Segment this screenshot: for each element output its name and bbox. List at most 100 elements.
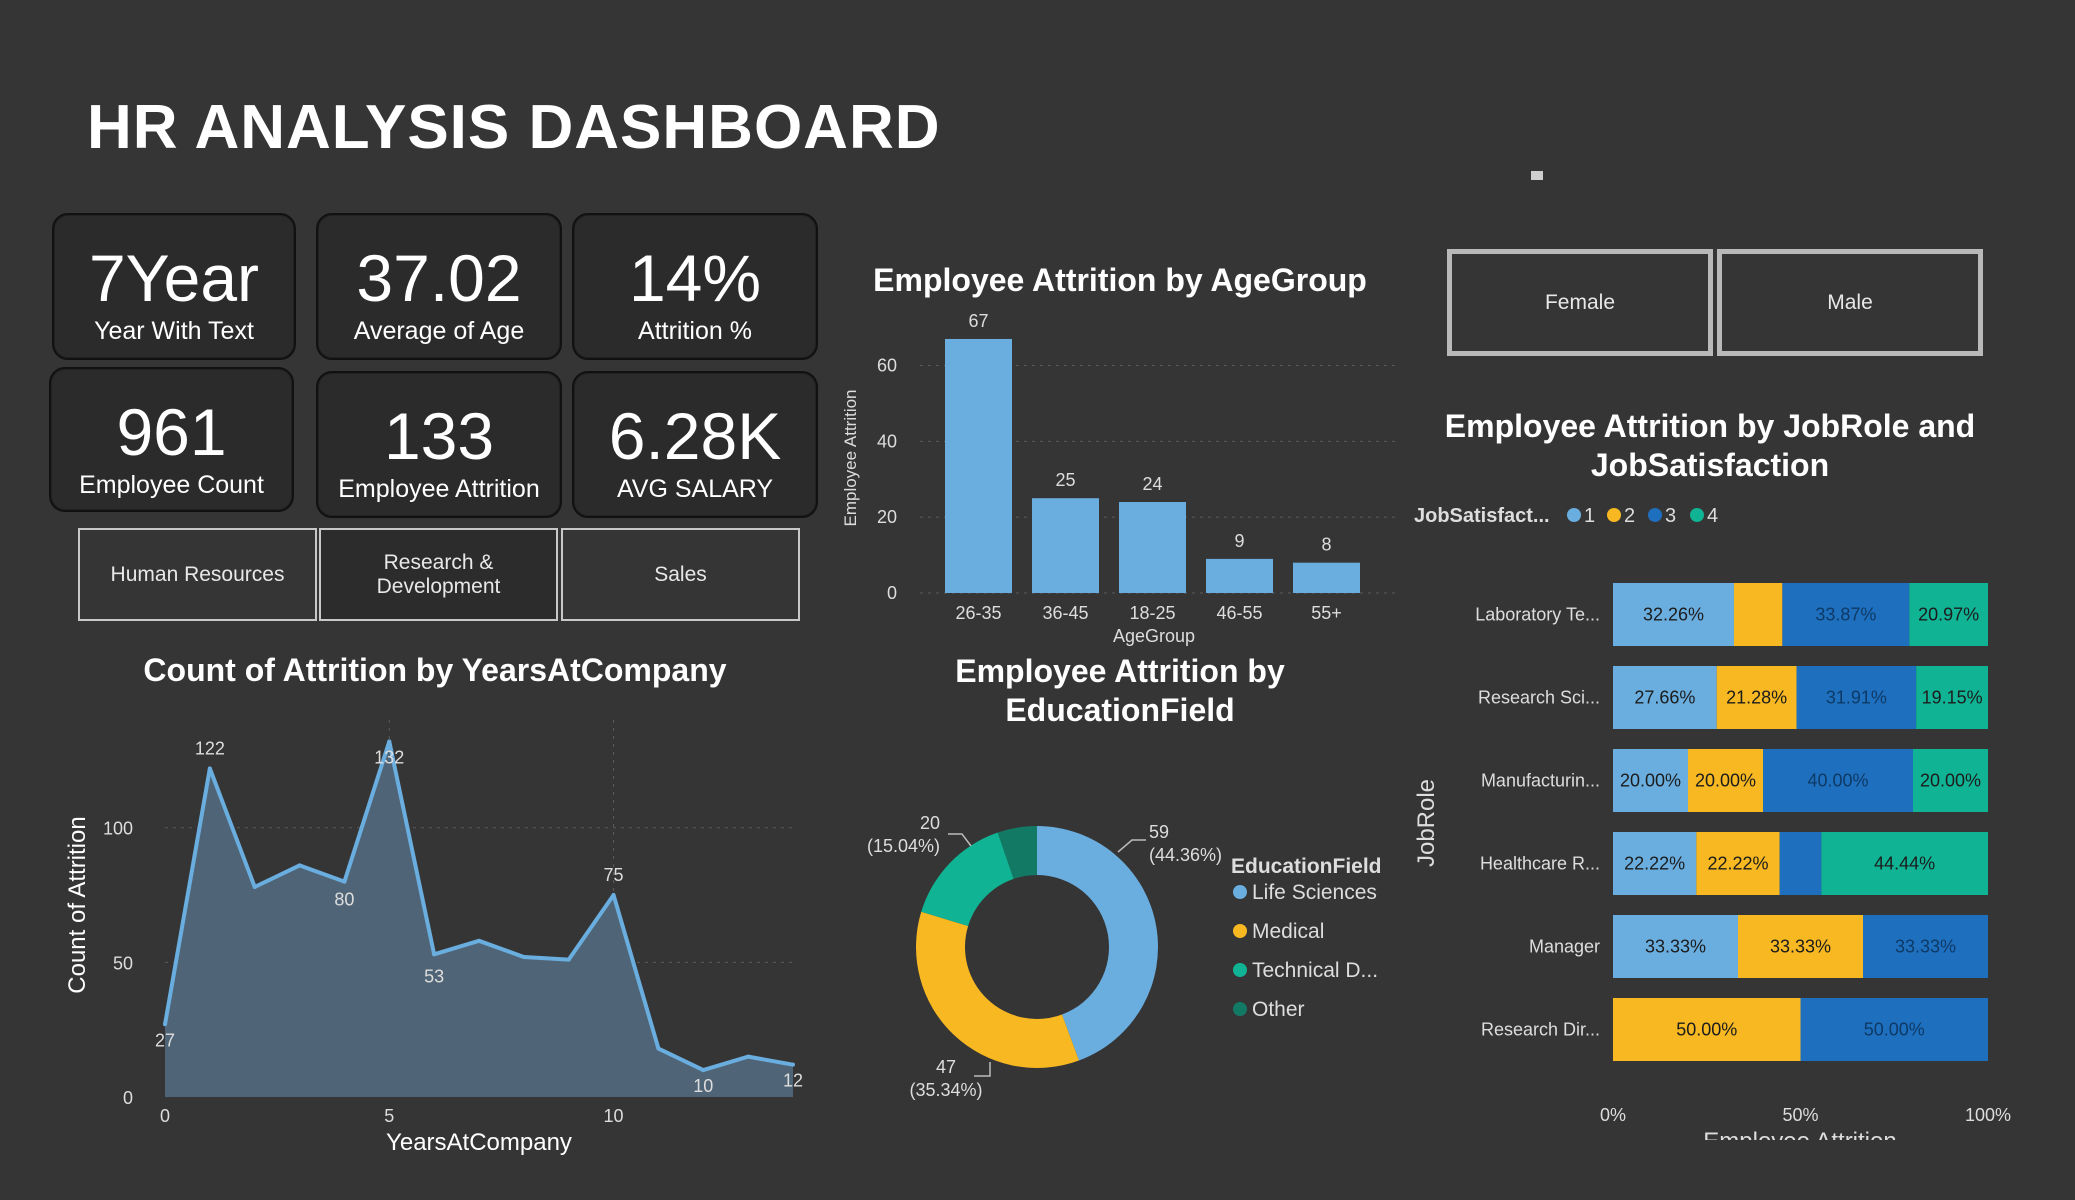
- data-label: (44.36%): [1149, 845, 1222, 865]
- legend-marker: [1607, 508, 1621, 522]
- leader-line: [974, 1062, 991, 1077]
- data-label: 20: [920, 813, 940, 833]
- slicer-human-resources[interactable]: Human Resources: [78, 528, 317, 621]
- y-axis-label: JobRole: [1413, 779, 1440, 867]
- stacked-bar-chart-jobrole[interactable]: JobSatisfact... 1 2 3 4 Laboratory Te... 32.26…: [1400, 490, 2020, 1140]
- kpi-value: 37.02: [356, 241, 522, 315]
- legend-marker: [1567, 508, 1581, 522]
- data-point: [611, 893, 616, 898]
- donut-chart-education-field[interactable]: 59 (44.36%) 47 (35.34%) 20 (15.04%) EducationF…: [840, 760, 1400, 1120]
- data-point: [701, 1068, 706, 1073]
- legend-marker: [1233, 963, 1247, 977]
- x-tick-label: 0: [160, 1106, 170, 1126]
- data-label: 24: [1142, 474, 1162, 494]
- x-tick-label: 5: [384, 1106, 394, 1126]
- donut-slice: [916, 911, 1079, 1068]
- bar: [945, 338, 1012, 593]
- legend-label: Other: [1252, 998, 1305, 1021]
- y-tick-label: 100: [103, 819, 133, 839]
- kpi-value: 6.28K: [608, 399, 782, 473]
- kpi-value: 133: [383, 399, 495, 473]
- data-point: [791, 1062, 795, 1067]
- data-label: 50.00%: [1676, 1020, 1737, 1040]
- data-point: [163, 1022, 167, 1027]
- data-label: 40.00%: [1807, 771, 1868, 791]
- area-fill: [165, 741, 793, 1097]
- data-label: 80: [334, 890, 354, 910]
- kpi-label: AVG SALARY: [616, 475, 774, 503]
- kpi-label: Employee Attrition: [338, 475, 540, 503]
- data-label: 33.33%: [1895, 937, 1956, 957]
- data-label: 44.44%: [1874, 854, 1935, 874]
- data-point: [342, 879, 347, 884]
- data-label: 27: [155, 1030, 175, 1050]
- x-axis-label: AgeGroup: [1113, 626, 1195, 646]
- bar: [1119, 502, 1186, 593]
- kpi-label: Attrition %: [638, 317, 752, 345]
- chart-title-years-at-company: Count of Attrition by YearsAtCompany: [143, 652, 727, 688]
- data-label: 10: [693, 1076, 713, 1096]
- x-axis-label: Employee Attrition: [1703, 1128, 1896, 1140]
- x-axis-label: YearsAtCompany: [386, 1129, 572, 1156]
- legend-marker: [1233, 924, 1247, 938]
- data-label: 25: [1055, 470, 1075, 490]
- data-label: 50.00%: [1864, 1020, 1925, 1040]
- x-tick-label: 55+: [1311, 603, 1342, 623]
- slicer-female[interactable]: Female: [1447, 249, 1713, 356]
- y-tick-label: 20: [877, 507, 897, 527]
- data-point: [297, 863, 302, 868]
- data-label: 122: [195, 738, 225, 758]
- data-label: 59: [1149, 822, 1169, 842]
- data-point: [656, 1046, 661, 1051]
- legend-label: 3: [1665, 505, 1676, 527]
- kpi-card-employee-attrition[interactable]: 133 Employee Attrition: [316, 371, 562, 518]
- data-point: [432, 952, 437, 957]
- data-label: 20.00%: [1920, 771, 1981, 791]
- slicer-male[interactable]: Male: [1717, 249, 1983, 356]
- data-label: 47: [936, 1057, 956, 1077]
- kpi-card-avg-salary[interactable]: 6.28K AVG SALARY: [572, 371, 818, 518]
- data-point: [521, 954, 526, 959]
- data-label: 132: [374, 748, 404, 768]
- data-label: 20.00%: [1695, 771, 1756, 791]
- x-tick-label: 0%: [1600, 1105, 1626, 1125]
- area-chart-years-at-company[interactable]: 0 50 100 0 5 10 27 122 80 132 53 75 10 12 YearsAtCompa…: [55, 700, 815, 1170]
- kpi-card-employee-count[interactable]: 961 Employee Count: [49, 367, 294, 512]
- bar: [1293, 562, 1360, 593]
- legend-label: Medical: [1252, 920, 1324, 943]
- kpi-label: Average of Age: [353, 317, 525, 345]
- y-tick-label: Research Sci...: [1478, 688, 1600, 708]
- legend-label: 4: [1707, 505, 1718, 527]
- data-label: 22.22%: [1707, 854, 1768, 874]
- kpi-card-attrition-percent[interactable]: 14% Attrition %: [572, 213, 818, 360]
- slicer-research-development[interactable]: Research & Development: [319, 528, 558, 621]
- data-label: 33.33%: [1645, 937, 1706, 957]
- y-axis-label: Employee Attrition: [841, 389, 860, 526]
- bar-chart-age-group[interactable]: 0 20 40 60 67 26-35 25 36-45 24 18-25 9 46-55 8 55+ Ag…: [830, 310, 1410, 650]
- legend-label: Technical D...: [1252, 959, 1378, 982]
- legend-title: JobSatisfact...: [1414, 505, 1550, 527]
- data-point: [387, 739, 392, 744]
- y-tick-label: 0: [887, 583, 897, 603]
- data-label: 22.22%: [1624, 854, 1685, 874]
- kpi-value: 961: [116, 395, 227, 469]
- kpi-card-average-age[interactable]: 37.02 Average of Age: [316, 213, 562, 360]
- data-label: 21.28%: [1726, 688, 1787, 708]
- y-tick-label: Healthcare R...: [1480, 854, 1600, 874]
- data-point: [746, 1054, 751, 1059]
- leader-line: [1117, 839, 1146, 853]
- kpi-value: 14%: [628, 241, 762, 315]
- data-label: 75: [604, 865, 624, 885]
- x-tick-label: 10: [604, 1106, 624, 1126]
- data-point: [477, 938, 481, 943]
- y-tick-label: 60: [877, 356, 897, 376]
- x-tick-label: 50%: [1782, 1105, 1818, 1125]
- slicer-sales[interactable]: Sales: [561, 528, 800, 621]
- bar: [1206, 558, 1273, 593]
- data-label: (35.34%): [909, 1080, 982, 1100]
- data-label: 67: [968, 311, 988, 331]
- data-label: 20.00%: [1620, 771, 1681, 791]
- kpi-card-year[interactable]: 7Year Year With Text: [52, 213, 296, 360]
- data-label: 33.33%: [1770, 937, 1831, 957]
- x-tick-label: 36-45: [1042, 603, 1088, 623]
